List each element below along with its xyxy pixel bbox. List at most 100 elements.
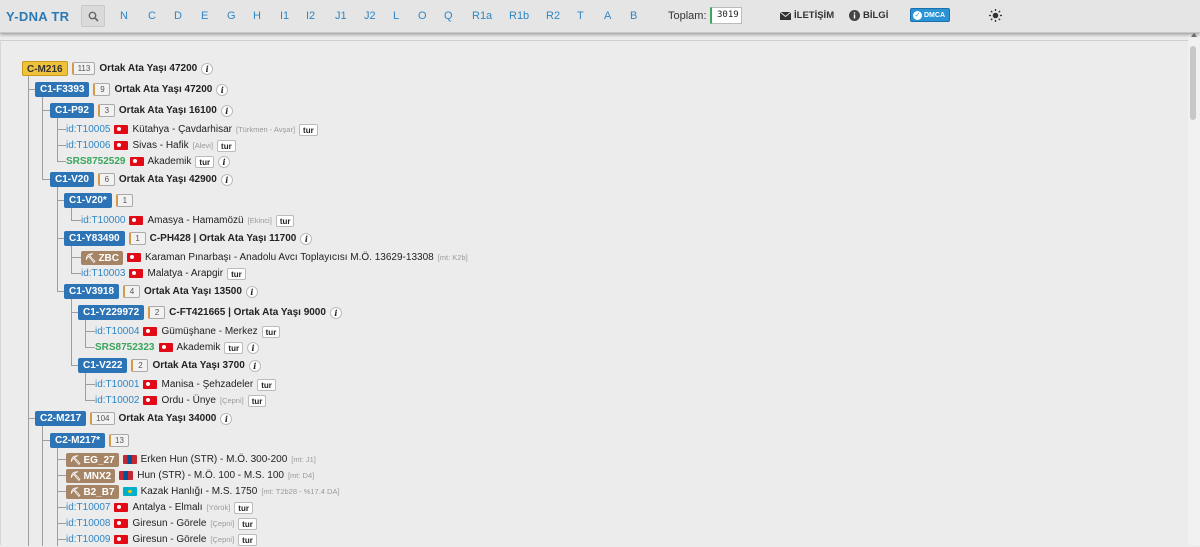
haplogroup-badge[interactable]: C1-F3393 [35, 82, 90, 97]
tur-button[interactable]: tur [224, 341, 244, 354]
sample-note: [Çepni] [210, 535, 235, 544]
info-icon[interactable]: i [247, 341, 260, 354]
info-icon[interactable]: i [245, 285, 258, 298]
info-icon[interactable]: i [220, 173, 233, 186]
info-icon[interactable]: i [329, 306, 342, 319]
sample-count[interactable]: 6 [97, 173, 115, 186]
haplogroup-link-q[interactable]: Q [444, 10, 453, 22]
sample-id-link[interactable]: SRS8752323 [95, 342, 155, 353]
tur-button[interactable]: tur [299, 123, 318, 136]
sample-count[interactable]: 2 [131, 359, 149, 372]
about-link[interactable]: BİLGİ [849, 10, 888, 21]
tur-button[interactable]: tur [238, 517, 257, 530]
tree-connector [57, 539, 66, 540]
ancient-sample-badge[interactable]: ⛏ ZBC [81, 250, 123, 265]
ancient-sample-row: ⛏ MNX2 Hun (STR) - M.Ö. 100 - M.S. 100 [mt:… [66, 468, 314, 483]
sample-id-link[interactable]: id:T10000 [81, 215, 125, 226]
haplogroup-link-l[interactable]: L [393, 10, 399, 22]
haplogroup-link-o[interactable]: O [418, 10, 427, 22]
scroll-up-arrow-icon[interactable] [1191, 33, 1197, 37]
ancient-sample-badge[interactable]: ⛏ EG_27 [66, 452, 119, 467]
haplogroup-link-i1[interactable]: I1 [280, 10, 289, 22]
scrollbar[interactable] [1188, 33, 1200, 545]
ancient-sample-badge[interactable]: ⛏ B2_B7 [66, 484, 119, 499]
haplogroup-link-b[interactable]: B [630, 10, 637, 22]
sample-id-link[interactable]: id:T10008 [66, 518, 110, 529]
haplogroup-link-j1[interactable]: J1 [335, 10, 347, 22]
sample-count[interactable]: 3 [97, 104, 115, 117]
sample-id-link[interactable]: SRS8752529 [66, 156, 126, 167]
tur-button[interactable]: tur [275, 214, 295, 227]
sample-row: id:T10007 Antalya - Elmalı [Yörük] tur [66, 500, 253, 515]
tur-button[interactable]: tur [195, 155, 215, 168]
sample-location: Amasya - Hamamözü [147, 215, 244, 226]
sample-note: [mt: J1] [291, 455, 316, 464]
haplogroup-link-r2[interactable]: R2 [546, 10, 560, 22]
search-button[interactable] [81, 5, 105, 27]
info-icon[interactable]: i [220, 412, 233, 425]
sample-id-link[interactable]: id:T10009 [66, 534, 110, 545]
sample-id-link[interactable]: id:T10004 [95, 326, 139, 337]
node-description: C-FT421665 | Ortak Ata Yaşı 9000 [169, 307, 326, 318]
haplogroup-badge[interactable]: C1-Y229972 [78, 305, 145, 320]
dmca-badge[interactable]: ✓ DMCA [910, 8, 950, 22]
sample-id-link[interactable]: id:T10005 [66, 124, 110, 135]
haplogroup-link-e[interactable]: E [201, 10, 208, 22]
tur-button[interactable]: tur [234, 501, 253, 514]
haplogroup-badge[interactable]: C1-V3918 [64, 284, 120, 299]
haplogroup-badge[interactable]: C2-M217 [35, 411, 87, 426]
haplogroup-link-i2[interactable]: I2 [306, 10, 315, 22]
sample-row: id:T10003 Malatya - Arapgir tur [81, 266, 246, 281]
info-icon[interactable]: i [220, 104, 233, 117]
tur-button[interactable]: tur [238, 533, 257, 546]
tree-connector [42, 179, 50, 180]
info-icon[interactable]: i [201, 62, 214, 75]
haplogroup-link-c[interactable]: C [148, 10, 156, 22]
haplogroup-link-d[interactable]: D [174, 10, 182, 22]
tur-button[interactable]: tur [261, 325, 281, 338]
info-icon[interactable]: i [216, 83, 229, 96]
haplogroup-badge[interactable]: C1-V20 [50, 172, 94, 187]
tur-button[interactable]: tur [247, 394, 267, 407]
haplogroup-badge[interactable]: C2-M217* [50, 433, 106, 448]
sample-count[interactable]: 2 [148, 306, 166, 319]
tur-button[interactable]: tur [217, 139, 236, 152]
haplogroup-link-g[interactable]: G [227, 10, 236, 22]
info-icon[interactable]: i [248, 359, 261, 372]
tur-button[interactable]: tur [257, 378, 276, 391]
ancient-sample-badge[interactable]: ⛏ MNX2 [66, 468, 116, 483]
haplogroup-link-n[interactable]: N [120, 10, 128, 22]
haplogroup-badge[interactable]: C1-V222 [78, 358, 128, 373]
haplogroup-badge[interactable]: C1-P92 [50, 103, 94, 118]
info-icon[interactable]: i [300, 232, 313, 245]
sample-id-link[interactable]: id:T10006 [66, 140, 110, 151]
tur-button[interactable]: tur [227, 267, 246, 280]
sample-count[interactable]: 1 [115, 194, 133, 207]
tree-connector [71, 299, 72, 365]
haplogroup-link-a[interactable]: A [604, 10, 611, 22]
haplogroup-link-r1b[interactable]: R1b [509, 10, 529, 22]
sample-id-link[interactable]: id:T10007 [66, 502, 110, 513]
sample-id-link[interactable]: id:T10002 [95, 395, 139, 406]
sample-count[interactable]: 13 [109, 434, 129, 447]
sample-count[interactable]: 9 [93, 83, 111, 96]
site-logo[interactable]: Y-DNA TR [6, 9, 69, 24]
theme-toggle[interactable] [989, 9, 1002, 25]
haplogroup-link-r1a[interactable]: R1a [472, 10, 492, 22]
haplogroup-link-t[interactable]: T [577, 10, 584, 22]
sample-count[interactable]: 4 [123, 285, 141, 298]
flag-tr-icon [158, 343, 173, 352]
sample-count[interactable]: 1 [128, 232, 146, 245]
sample-count[interactable]: 104 [90, 412, 115, 425]
sample-id-link[interactable]: id:T10001 [95, 379, 139, 390]
haplogroup-link-h[interactable]: H [253, 10, 261, 22]
haplogroup-badge[interactable]: C1-V20* [64, 193, 112, 208]
info-icon[interactable]: i [218, 155, 231, 168]
haplogroup-badge[interactable]: C1-Y83490 [64, 231, 125, 246]
contact-link[interactable]: İLETİŞİM [780, 10, 834, 21]
sample-id-link[interactable]: id:T10003 [81, 268, 125, 279]
haplogroup-link-j2[interactable]: J2 [364, 10, 376, 22]
scroll-thumb[interactable] [1190, 46, 1196, 120]
sample-count[interactable]: 113 [71, 62, 96, 75]
haplogroup-badge[interactable]: C-M216 [22, 61, 68, 76]
